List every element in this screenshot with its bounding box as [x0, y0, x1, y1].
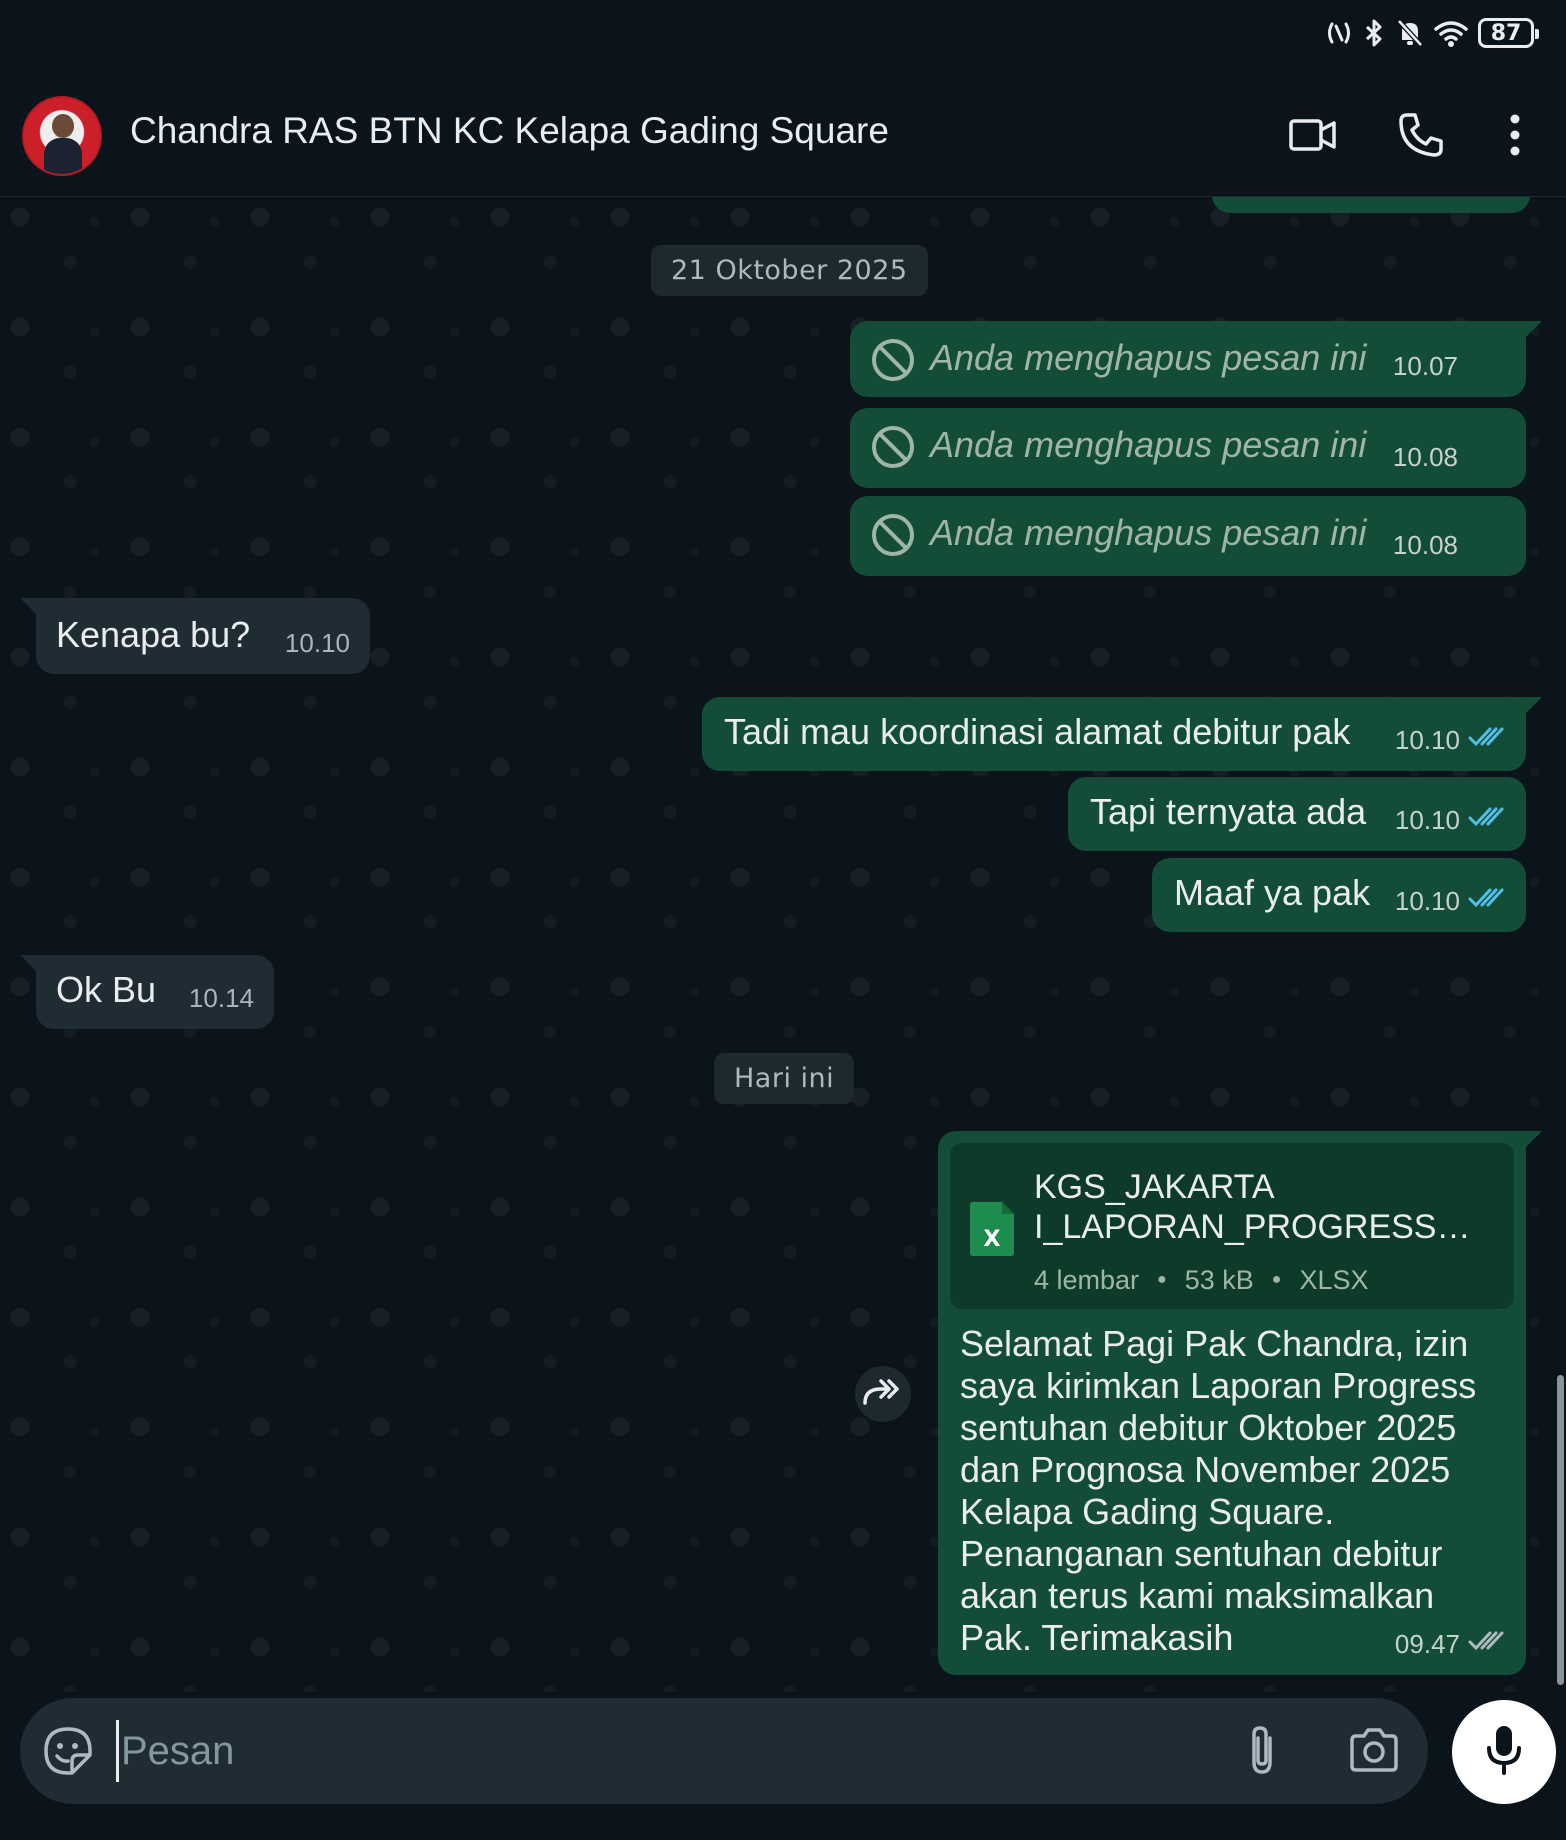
- message-time: 10.08: [1392, 442, 1458, 472]
- message-bubble-deleted[interactable]: Anda menghapus pesan ini 10.07: [850, 321, 1542, 397]
- blocked-icon: [870, 512, 916, 567]
- message-text: Anda menghapus pesan ini: [930, 512, 1367, 553]
- scrollbar[interactable]: [1557, 1375, 1564, 1685]
- microphone-icon: [1484, 1724, 1524, 1780]
- message-text: Anda menghapus pesan ini: [930, 424, 1367, 465]
- message-time: 10.10: [1394, 805, 1460, 835]
- message-bubble-incoming[interactable]: Kenapa bu? 10.10: [20, 598, 370, 674]
- message-input[interactable]: [116, 1720, 1223, 1782]
- read-receipt-icon: [1468, 880, 1506, 922]
- message-text: Tapi ternyata ada: [1090, 791, 1367, 832]
- message-bubble-document[interactable]: X KGS_JAKARTA I_LAPORAN_PROGRESS B... 4 …: [938, 1131, 1542, 1675]
- message-time: 10.08: [1392, 530, 1458, 560]
- message-time: 10.10: [1394, 725, 1460, 755]
- message-text: Kenapa bu?: [56, 614, 251, 655]
- separator-dot: ●: [1157, 1271, 1167, 1288]
- date-separator: Hari ini: [714, 1053, 855, 1104]
- message-time: 10.07: [1392, 351, 1458, 381]
- read-receipt-icon: [1468, 799, 1506, 841]
- document-name-line2: I_LAPORAN_PROGRESS B...: [1034, 1208, 1474, 1246]
- document-name: KGS_JAKARTA I_LAPORAN_PROGRESS B...: [1034, 1167, 1474, 1247]
- message-composer: [20, 1698, 1428, 1804]
- forward-icon: [861, 1377, 905, 1411]
- sent-receipt-icon: [1468, 1623, 1506, 1665]
- xlsx-file-icon: X: [968, 1201, 1016, 1266]
- bluetooth-icon: [1362, 18, 1386, 48]
- message-time: 10.14: [188, 983, 254, 1013]
- message-bubble-outgoing[interactable]: Maaf ya pak 10.10: [1152, 858, 1526, 932]
- xlsx-letter: X: [984, 1227, 1001, 1252]
- status-bar: 87: [0, 0, 1566, 80]
- contact-avatar[interactable]: [22, 96, 102, 176]
- date-separator: 21 Oktober 2025: [651, 245, 928, 296]
- message-text: Ok Bu: [56, 969, 157, 1010]
- nfc-icon: [1326, 18, 1352, 48]
- document-size: 53 kB: [1184, 1265, 1254, 1295]
- message-bubble-outgoing[interactable]: Tapi ternyata ada 10.10: [1068, 777, 1526, 851]
- read-receipt-icon: [1468, 719, 1506, 761]
- message-bubble-deleted[interactable]: Anda menghapus pesan ini 10.08: [850, 408, 1526, 488]
- message-bubble-partial[interactable]: [1212, 197, 1530, 213]
- message-bubble-deleted[interactable]: Anda menghapus pesan ini 10.08: [850, 496, 1526, 576]
- message-bubble-outgoing[interactable]: Tadi mau koordinasi alamat debitur pak 1…: [702, 697, 1542, 771]
- blocked-icon: [870, 424, 916, 479]
- emoji-sticker-icon[interactable]: [42, 1725, 94, 1781]
- message-time: 09.47: [1394, 1629, 1460, 1659]
- battery-indicator: 87: [1478, 18, 1539, 48]
- document-meta: 4 lembar ● 53 kB ● XLSX: [1034, 1259, 1368, 1301]
- message-time: 10.10: [284, 628, 350, 658]
- blocked-icon: [870, 337, 916, 392]
- message-time: 10.10: [1394, 886, 1460, 916]
- message-bubble-incoming[interactable]: Ok Bu 10.14: [20, 955, 274, 1029]
- chat-header: Chandra RAS BTN KC Kelapa Gading Square: [0, 80, 1566, 197]
- voice-call-icon[interactable]: [1396, 110, 1446, 164]
- document-attachment[interactable]: X KGS_JAKARTA I_LAPORAN_PROGRESS B... 4 …: [950, 1143, 1514, 1309]
- forward-button[interactable]: [855, 1366, 911, 1422]
- bell-off-icon: [1396, 18, 1424, 48]
- camera-icon[interactable]: [1348, 1726, 1400, 1778]
- document-name-line1: KGS_JAKARTA: [1034, 1168, 1275, 1206]
- separator-dot: ●: [1271, 1271, 1282, 1288]
- document-type: XLSX: [1299, 1265, 1369, 1295]
- chat-area[interactable]: 21 Oktober 2025 Anda menghapus pesan ini…: [0, 197, 1566, 1692]
- more-options-icon[interactable]: [1500, 110, 1530, 164]
- message-text: Maaf ya pak: [1174, 872, 1371, 913]
- message-caption: Selamat Pagi Pak Chandra, izin saya kiri…: [960, 1323, 1477, 1658]
- message-text: Tadi mau koordinasi alamat debitur pak: [724, 711, 1351, 752]
- chat-title[interactable]: Chandra RAS BTN KC Kelapa Gading Square: [130, 110, 889, 152]
- wifi-icon: [1434, 18, 1468, 48]
- document-pages: 4 lembar: [1034, 1265, 1140, 1295]
- video-call-icon[interactable]: [1288, 110, 1338, 164]
- message-text: Anda menghapus pesan ini: [930, 337, 1367, 378]
- voice-record-button[interactable]: [1452, 1700, 1556, 1804]
- attach-icon[interactable]: [1242, 1724, 1282, 1782]
